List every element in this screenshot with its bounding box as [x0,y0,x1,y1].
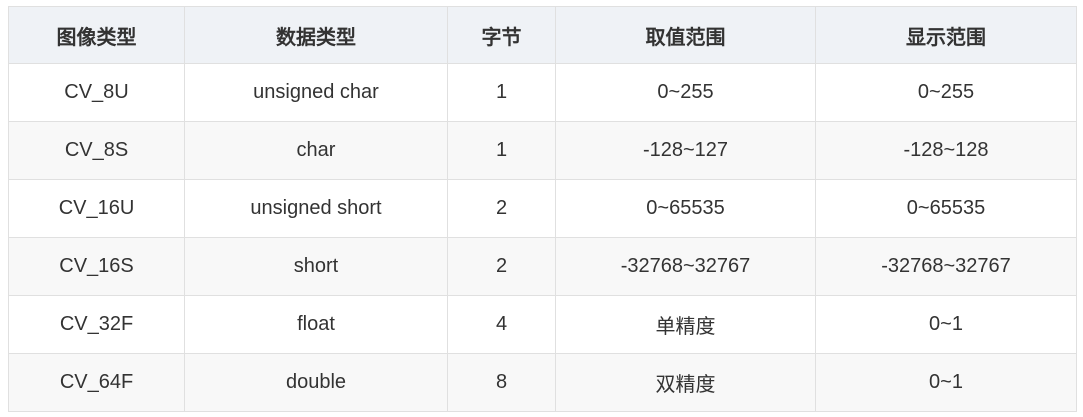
cell-bytes: 8 [447,353,556,412]
cell-data-type: unsigned short [184,179,448,238]
cell-bytes: 1 [447,63,556,122]
table-row: CV_8U unsigned char 1 0~255 0~255 [8,63,1077,122]
cell-data-type: short [184,237,448,296]
cell-display-range: 0~65535 [815,179,1077,238]
table-row: CV_32F float 4 单精度 0~1 [8,295,1077,354]
cell-value-range: 双精度 [555,353,816,412]
data-type-table-container: 图像类型 数据类型 字节 取值范围 显示范围 CV_8U unsigned ch… [8,6,1077,412]
header-value-range: 取值范围 [555,6,816,64]
cell-display-range: -32768~32767 [815,237,1077,296]
data-type-table: 图像类型 数据类型 字节 取值范围 显示范围 CV_8U unsigned ch… [8,6,1077,412]
cell-image-type: CV_8U [8,63,185,122]
cell-value-range: 0~255 [555,63,816,122]
cell-value-range: -32768~32767 [555,237,816,296]
cell-display-range: -128~128 [815,121,1077,180]
table-header: 图像类型 数据类型 字节 取值范围 显示范围 [8,6,1077,64]
cell-display-range: 0~255 [815,63,1077,122]
cell-display-range: 0~1 [815,353,1077,412]
cell-image-type: CV_64F [8,353,185,412]
cell-value-range: 0~65535 [555,179,816,238]
cell-bytes: 4 [447,295,556,354]
cell-data-type: float [184,295,448,354]
cell-bytes: 1 [447,121,556,180]
table-row: CV_16U unsigned short 2 0~65535 0~65535 [8,179,1077,238]
header-image-type: 图像类型 [8,6,185,64]
cell-image-type: CV_8S [8,121,185,180]
table-row: CV_64F double 8 双精度 0~1 [8,353,1077,412]
header-display-range: 显示范围 [815,6,1077,64]
cell-bytes: 2 [447,237,556,296]
cell-image-type: CV_32F [8,295,185,354]
cell-data-type: char [184,121,448,180]
header-data-type: 数据类型 [184,6,448,64]
cell-data-type: double [184,353,448,412]
cell-data-type: unsigned char [184,63,448,122]
header-bytes: 字节 [447,6,556,64]
table-row: CV_16S short 2 -32768~32767 -32768~32767 [8,237,1077,296]
cell-display-range: 0~1 [815,295,1077,354]
cell-value-range: 单精度 [555,295,816,354]
header-row: 图像类型 数据类型 字节 取值范围 显示范围 [8,6,1077,64]
table-row: CV_8S char 1 -128~127 -128~128 [8,121,1077,180]
cell-image-type: CV_16S [8,237,185,296]
cell-bytes: 2 [447,179,556,238]
table-body: CV_8U unsigned char 1 0~255 0~255 CV_8S … [8,63,1077,412]
cell-image-type: CV_16U [8,179,185,238]
cell-value-range: -128~127 [555,121,816,180]
